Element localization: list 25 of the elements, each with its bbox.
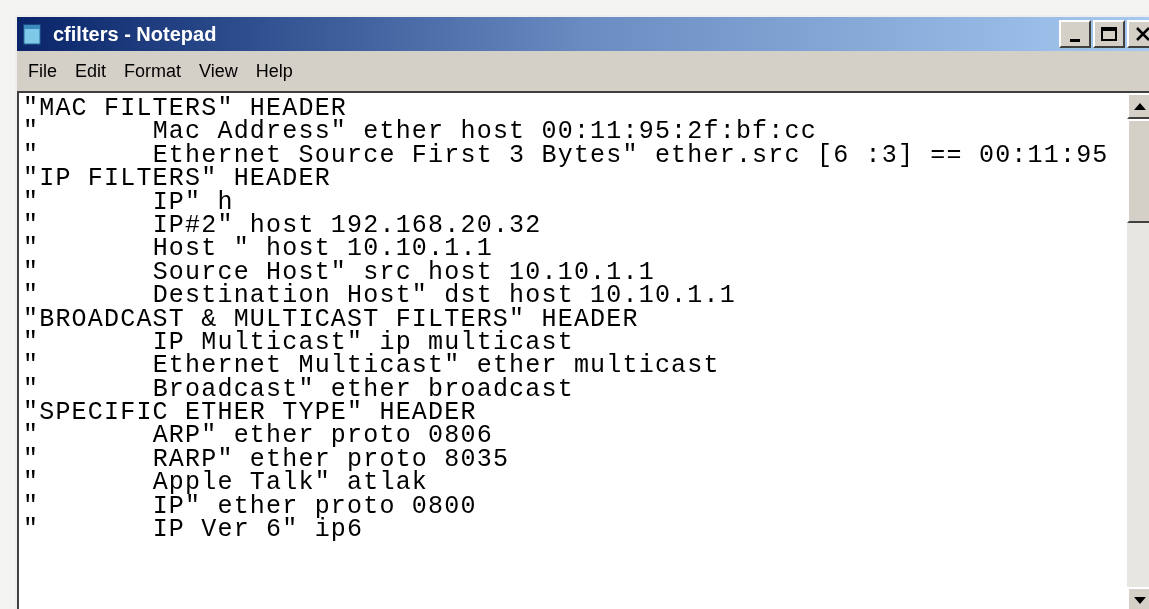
- text-line: "IP FILTERS" HEADER: [23, 167, 331, 191]
- text-line: " Apple Talk" atlak: [23, 471, 429, 495]
- text-line: " Host " host 10.10.1.1: [23, 237, 493, 261]
- maximize-button[interactable]: [1093, 20, 1125, 48]
- minimize-button[interactable]: [1059, 20, 1091, 48]
- menu-item[interactable]: Format: [119, 57, 187, 85]
- menu-item[interactable]: Help: [250, 57, 298, 85]
- text-line: "BROADCAST & MULTICAST FILTERS" HEADER: [23, 307, 639, 331]
- text-line: " IP" h: [23, 190, 234, 214]
- close-icon: [1136, 27, 1149, 41]
- menu-item[interactable]: Edit: [70, 57, 112, 85]
- text-line: " Mac Address" ether host 00:11:95:2f:bf:cc: [23, 120, 817, 144]
- down-triangle-icon: [1134, 596, 1146, 604]
- text-line: " Destination Host" dst host 10.10.1.1: [23, 284, 736, 308]
- scroll-up-button[interactable]: [1127, 93, 1149, 119]
- up-triangle-icon: [1134, 102, 1146, 110]
- text-line: " IP Ver 6" ip6: [23, 518, 364, 542]
- scrollbar[interactable]: [1127, 93, 1149, 609]
- text-line: " ARP" ether proto 0806: [23, 424, 493, 448]
- scroll-thumb[interactable]: [1127, 119, 1149, 223]
- scroll-down-button[interactable]: [1127, 587, 1149, 609]
- menu-item[interactable]: File: [23, 57, 62, 85]
- menu-item[interactable]: View: [194, 57, 243, 85]
- window-title: cfilters - Notepad: [53, 22, 217, 47]
- text-line: " Ethernet Multicast" ether multicast: [23, 354, 720, 378]
